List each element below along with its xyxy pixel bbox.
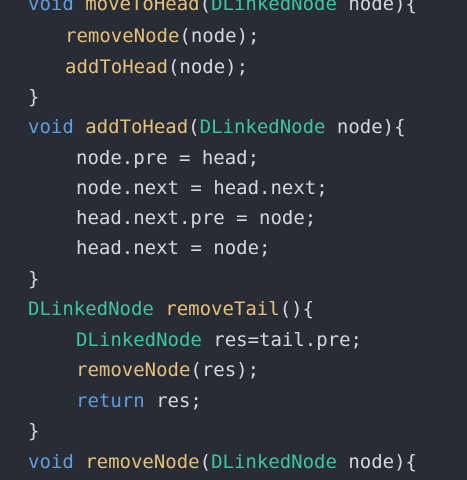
code-line: } bbox=[28, 264, 39, 294]
code-token-plain: node){ bbox=[325, 116, 406, 138]
code-token-plain: node.pre = head; bbox=[76, 147, 260, 169]
code-token-fn: moveToHead bbox=[85, 0, 200, 15]
code-line: void removeNode(DLinkedNode node){ bbox=[28, 447, 417, 477]
code-line: return res; bbox=[76, 386, 202, 416]
code-line: head.next.pre = node; bbox=[76, 203, 316, 233]
code-token-plain: (node); bbox=[167, 56, 249, 78]
code-token-plain: (res); bbox=[190, 359, 260, 381]
code-token-kw: void bbox=[28, 0, 74, 15]
code-token-type: DLinkedNode bbox=[28, 298, 154, 320]
code-line: addToHead(node); bbox=[65, 52, 248, 82]
code-token-plain: } bbox=[28, 86, 40, 108]
code-token-fn: removeTail bbox=[165, 298, 280, 320]
code-token-fn: removeNode bbox=[65, 25, 180, 47]
code-token-plain: ( bbox=[199, 0, 212, 15]
code-token-plain: ( bbox=[188, 116, 200, 138]
code-token-fn: removeNode bbox=[76, 359, 191, 381]
code-editor[interactable]: void moveToHead(DLinkedNode node){ remov… bbox=[0, 0, 467, 480]
code-token-plain: } bbox=[28, 268, 40, 290]
code-line: void moveToHead(DLinkedNode node){ bbox=[28, 0, 417, 19]
code-token-kw: void bbox=[28, 451, 74, 473]
code-line: removeNode(res); bbox=[76, 355, 259, 385]
code-token-plain: (){ bbox=[279, 298, 315, 320]
code-line: head.next = node; bbox=[76, 233, 270, 263]
code-token-plain: node){ bbox=[336, 451, 417, 473]
code-token-type: DLinkedNode bbox=[199, 116, 326, 138]
code-token-fn: addToHead bbox=[85, 116, 189, 138]
code-token-kw: void bbox=[28, 116, 74, 138]
code-token-type: DLinkedNode bbox=[211, 451, 337, 473]
code-token-plain: res=tail.pre; bbox=[201, 329, 362, 351]
code-line: node.pre = head; bbox=[76, 143, 259, 173]
code-token-plain: node){ bbox=[336, 0, 417, 15]
code-token-plain: res; bbox=[144, 390, 202, 412]
code-line: DLinkedNode res=tail.pre; bbox=[76, 325, 362, 355]
code-token-kw: return bbox=[76, 390, 145, 412]
code-line: void addToHead(DLinkedNode node){ bbox=[28, 112, 406, 142]
code-token-plain: ( bbox=[199, 451, 212, 473]
code-line: node.next = head.next; bbox=[76, 173, 328, 203]
code-token-type: DLinkedNode bbox=[211, 0, 337, 15]
code-token-plain: (node); bbox=[179, 25, 260, 47]
code-token-plain: head.next.pre = node; bbox=[76, 207, 317, 229]
code-token-plain: head.next = node; bbox=[76, 237, 271, 259]
code-token-plain: node.next = head.next; bbox=[76, 177, 328, 199]
code-token-plain: } bbox=[28, 420, 40, 442]
code-token-fn: removeNode bbox=[85, 451, 200, 473]
code-token-fn: addToHead bbox=[65, 56, 168, 78]
code-line: removeNode(node); bbox=[65, 21, 259, 51]
code-line: } bbox=[28, 416, 39, 446]
code-line: DLinkedNode removeTail(){ bbox=[28, 294, 314, 324]
code-line: } bbox=[28, 82, 39, 112]
code-token-type: DLinkedNode bbox=[76, 329, 202, 351]
